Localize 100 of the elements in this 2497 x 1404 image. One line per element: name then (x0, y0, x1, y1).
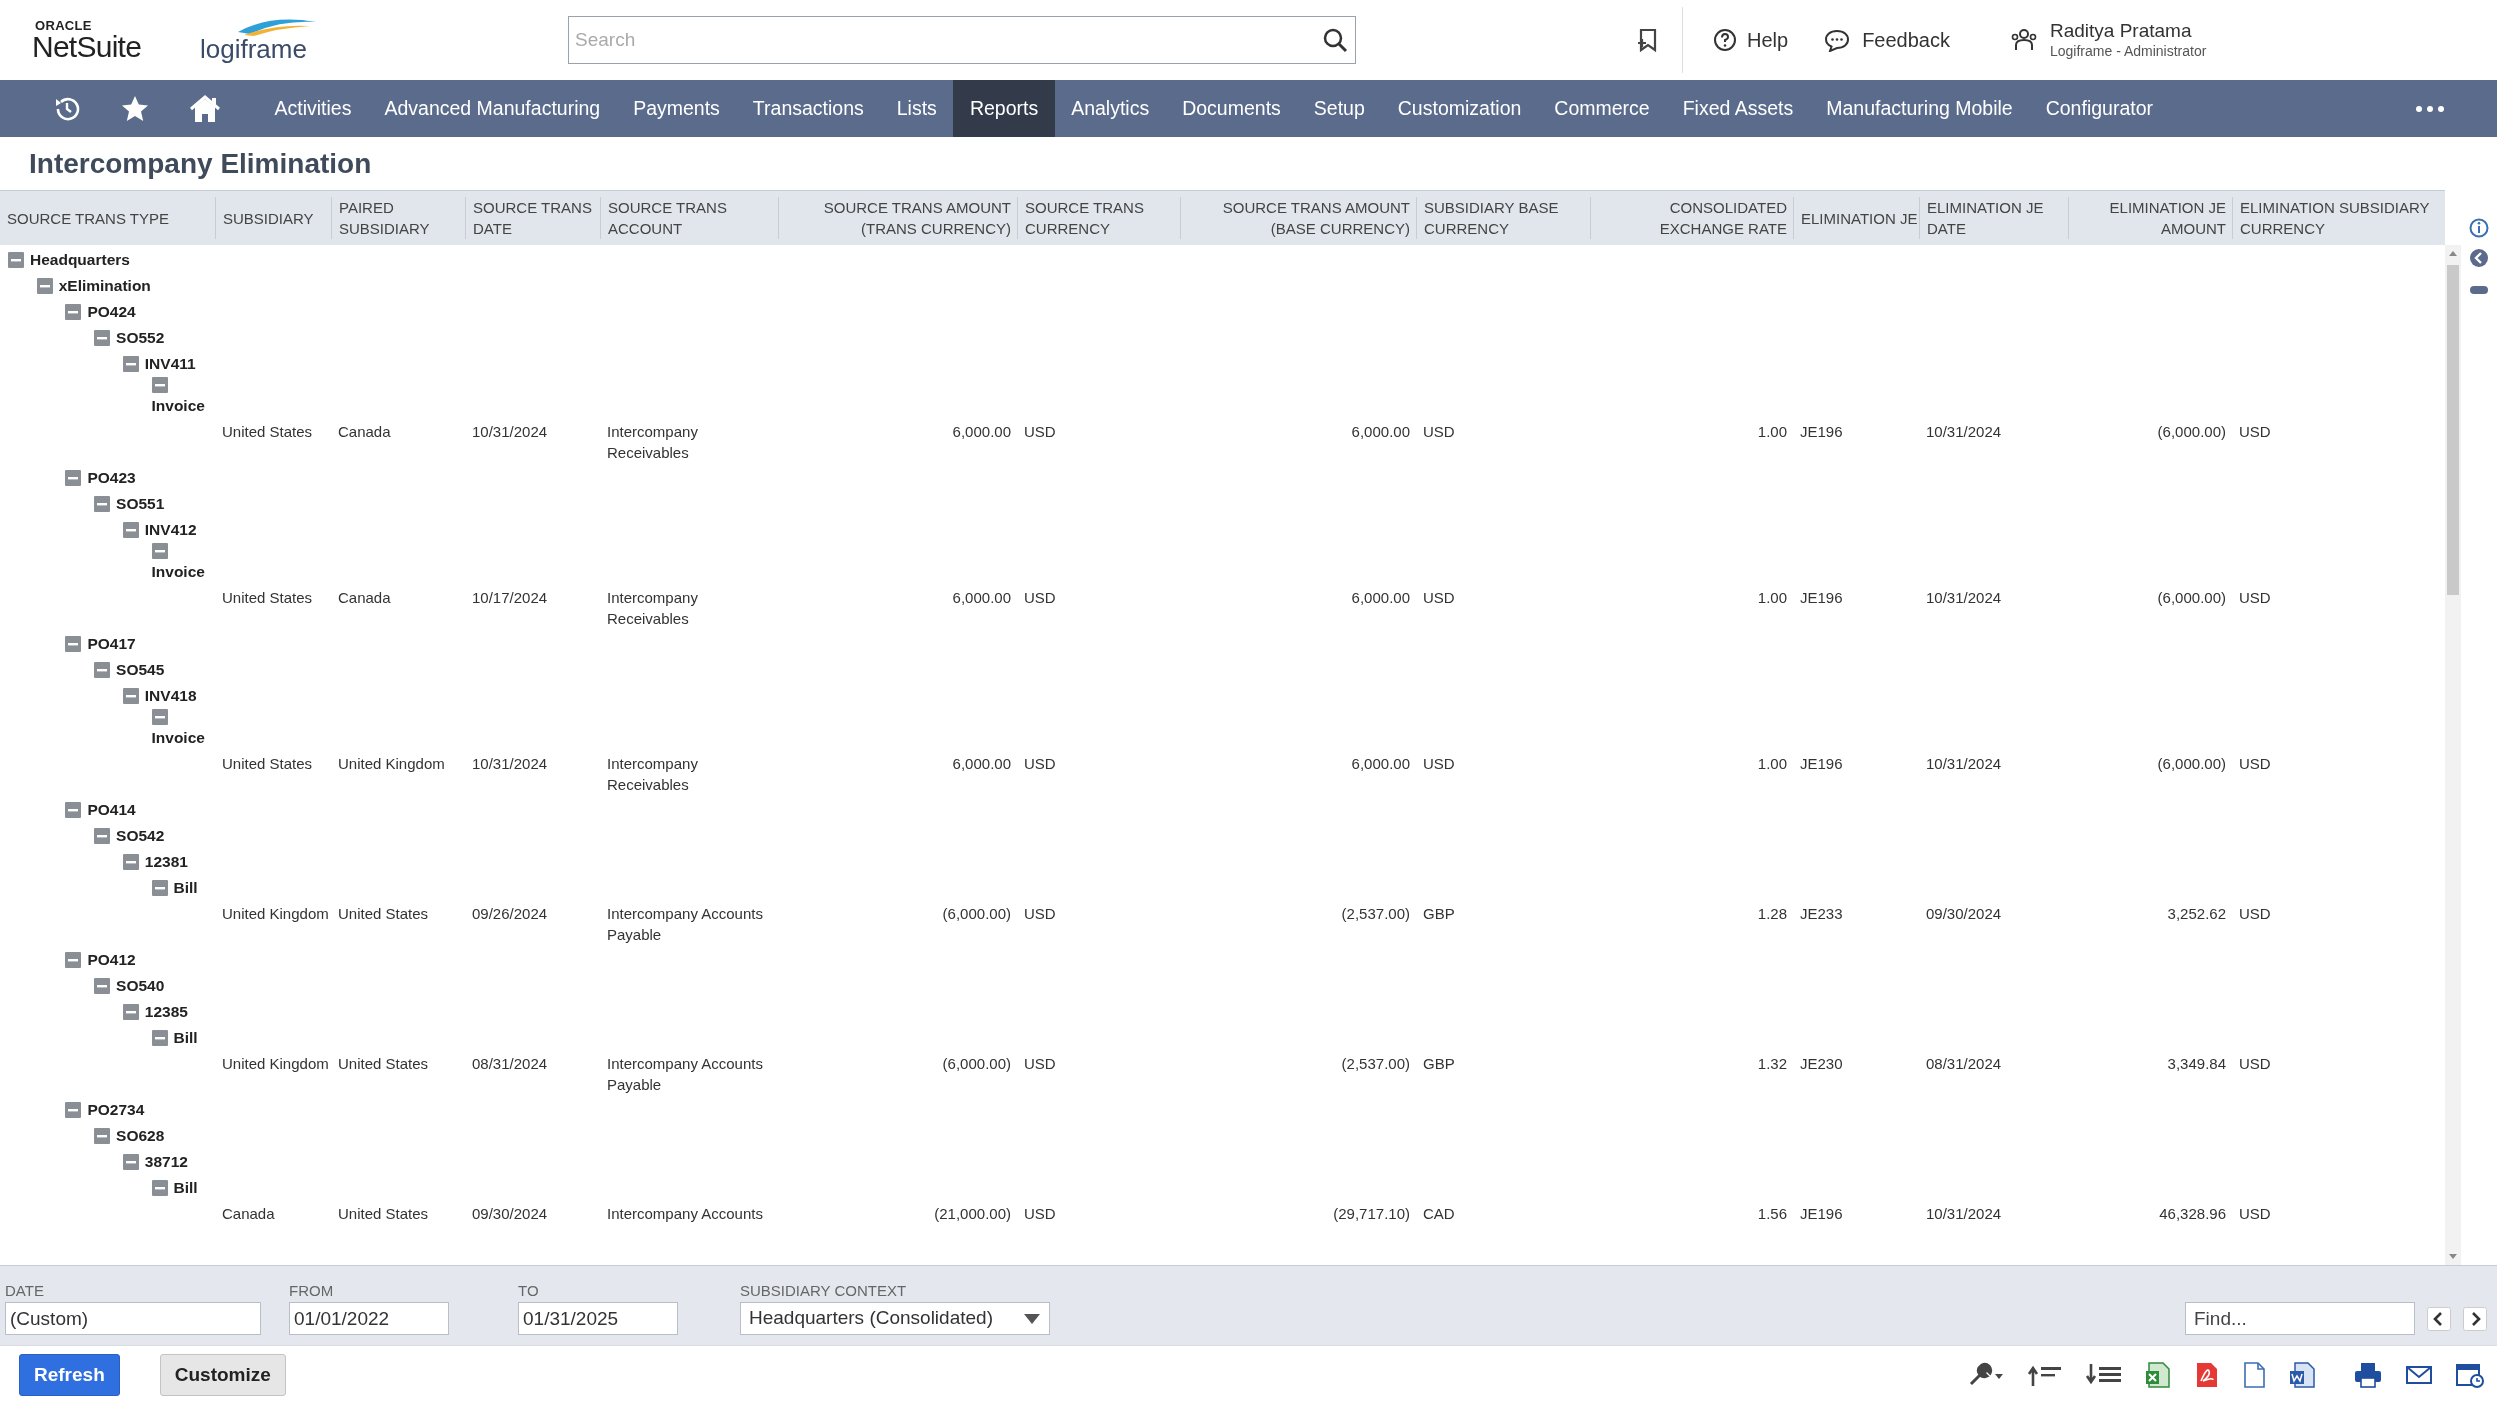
tree-node-label[interactable]: Bill (173, 1025, 198, 1051)
collapse-icon[interactable] (122, 688, 139, 704)
word-document-icon[interactable] (2289, 1361, 2315, 1389)
tree-node-label[interactable]: PO423 (87, 465, 136, 491)
tree-node-label[interactable]: SO628 (116, 1123, 165, 1149)
collapse-icon[interactable] (65, 952, 82, 968)
calendar-clock-icon[interactable] (2455, 1361, 2485, 1389)
tree-node-label[interactable]: Headquarters (30, 247, 130, 273)
tree-node-label[interactable]: SO542 (116, 823, 165, 849)
collapse-icon[interactable] (94, 496, 111, 512)
find-field[interactable]: Find... (2185, 1302, 2415, 1335)
collapse-icon[interactable] (94, 1128, 111, 1144)
user-menu[interactable]: Raditya Pratama Logiframe - Administrator (2010, 19, 2207, 61)
tree-node-label[interactable]: Invoice (151, 393, 205, 419)
collapse-icon[interactable] (8, 252, 24, 268)
search-field[interactable]: Search (568, 16, 1356, 64)
nav-tab[interactable]: Advanced Manufacturing (367, 80, 617, 137)
column-header[interactable]: ELIMINATION SUBSIDIARY CURRENCY (2233, 197, 2445, 239)
tree-node-label[interactable]: 38712 (144, 1149, 188, 1175)
nav-tab[interactable]: Activities (258, 80, 368, 137)
collapse-icon[interactable] (151, 1030, 168, 1046)
next-icon[interactable] (2463, 1306, 2487, 1331)
tree-node-label[interactable]: Invoice (151, 725, 205, 751)
search-icon[interactable] (1322, 27, 1348, 53)
tree-node-label[interactable]: 12385 (144, 999, 188, 1025)
column-header[interactable]: SOURCE TRANS AMOUNT (TRANS CURRENCY) (779, 197, 1017, 239)
column-header[interactable]: CONSOLIDATED EXCHANGE RATE (1591, 197, 1793, 239)
nav-tab[interactable]: Customization (1381, 80, 1538, 137)
tree-node-label[interactable]: 12381 (144, 849, 188, 875)
minimize-icon[interactable] (2470, 286, 2488, 294)
column-header[interactable]: PAIRED SUBSIDIARY (332, 197, 465, 239)
tree-node-label[interactable]: INV418 (144, 683, 197, 709)
nav-tab[interactable]: Lists (880, 80, 954, 137)
tree-node-label[interactable]: INV411 (144, 351, 196, 377)
tree-node-label[interactable]: PO417 (87, 631, 136, 657)
tree-node-label[interactable]: SO552 (116, 325, 165, 351)
collapse-icon[interactable] (94, 828, 111, 844)
collapse-icon[interactable] (122, 1154, 139, 1170)
vertical-scrollbar[interactable] (2445, 245, 2461, 1265)
brand-logo[interactable]: ORACLE NetSuite (32, 18, 152, 62)
column-header[interactable]: SOURCE TRANS AMOUNT (BASE CURRENCY) (1181, 197, 1416, 239)
tree-node-label[interactable]: xElimination (58, 273, 151, 299)
collapse-icon[interactable] (151, 709, 168, 725)
collapse-icon[interactable] (94, 662, 111, 678)
nav-tab[interactable]: Configurator (2029, 80, 2170, 137)
feedback-link[interactable]: Feedback (1824, 25, 1950, 55)
email-icon[interactable] (2405, 1364, 2433, 1386)
nav-tab[interactable]: Manufacturing Mobile (1809, 80, 2030, 137)
column-header[interactable]: SUBSIDIARY (216, 207, 331, 229)
previous-icon[interactable] (2427, 1306, 2451, 1331)
collapse-icon[interactable] (94, 978, 111, 994)
tree-node-label[interactable]: Bill (173, 1175, 198, 1201)
column-header[interactable]: SUBSIDIARY BASE CURRENCY (1417, 197, 1590, 239)
tree-node-label[interactable]: PO412 (87, 947, 136, 973)
tree-node-label[interactable]: SO551 (116, 491, 165, 517)
column-header[interactable]: ELIMINATION JE DATE (1920, 197, 2068, 239)
document-icon[interactable] (2241, 1361, 2267, 1389)
collapse-icon[interactable] (65, 636, 82, 652)
date-field[interactable]: (Custom) (5, 1302, 261, 1335)
more-icon[interactable] (2415, 104, 2445, 113)
nav-tab[interactable]: Reports (953, 80, 1055, 137)
nav-tab[interactable]: Fixed Assets (1666, 80, 1810, 137)
date-field[interactable]: 01/01/2022 (289, 1302, 449, 1335)
column-header[interactable]: SOURCE TRANS CURRENCY (1018, 197, 1180, 239)
date-field[interactable]: 01/31/2025 (518, 1302, 678, 1335)
collapse-icon[interactable] (36, 278, 53, 294)
home-icon[interactable] (188, 93, 222, 124)
nav-tab[interactable]: Documents (1165, 80, 1298, 137)
tree-node-label[interactable]: PO2734 (87, 1097, 145, 1123)
scroll-up-icon[interactable] (2448, 249, 2458, 257)
wrench-icon[interactable] (1967, 1362, 2005, 1388)
collapse-icon[interactable] (151, 880, 168, 896)
refresh-button[interactable]: Refresh (19, 1354, 120, 1396)
collapse-icon[interactable] (65, 470, 82, 486)
nav-tab[interactable]: Payments (616, 80, 737, 137)
tree-node-label[interactable]: PO424 (87, 299, 136, 325)
collapse-icon[interactable] (122, 356, 139, 372)
nav-tab[interactable]: Setup (1297, 80, 1382, 137)
column-header[interactable]: SOURCE TRANS DATE (466, 197, 600, 239)
collapse-icon[interactable] (151, 543, 168, 559)
collapse-icon[interactable] (122, 854, 139, 870)
help-link[interactable]: Help (1713, 25, 1789, 55)
subsidiary-dropdown[interactable]: Headquarters (Consolidated) (740, 1302, 1050, 1335)
tree-node-label[interactable]: SO545 (116, 657, 165, 683)
collapse-icon[interactable] (122, 1004, 139, 1020)
spreadsheet-icon[interactable] (2145, 1361, 2171, 1389)
column-header[interactable]: SOURCE TRANS TYPE (0, 207, 215, 229)
tree-node-label[interactable]: SO540 (116, 973, 165, 999)
tree-node-label[interactable]: INV412 (144, 517, 197, 543)
tree-node-label[interactable]: Invoice (151, 559, 205, 585)
scroll-down-icon[interactable] (2448, 1253, 2458, 1261)
customize-button[interactable]: Customize (159, 1354, 286, 1396)
info-icon[interactable] (2469, 218, 2489, 238)
tree-node-label[interactable]: Bill (173, 875, 198, 901)
column-header[interactable]: ELIMINATION JE (1794, 207, 1919, 229)
nav-tab[interactable]: Analytics (1054, 80, 1166, 137)
tree-node-label[interactable]: PO414 (87, 797, 136, 823)
collapse-icon[interactable] (65, 1102, 82, 1118)
collapse-icon[interactable] (151, 1180, 168, 1196)
column-header[interactable]: SOURCE TRANS ACCOUNT (601, 197, 778, 239)
